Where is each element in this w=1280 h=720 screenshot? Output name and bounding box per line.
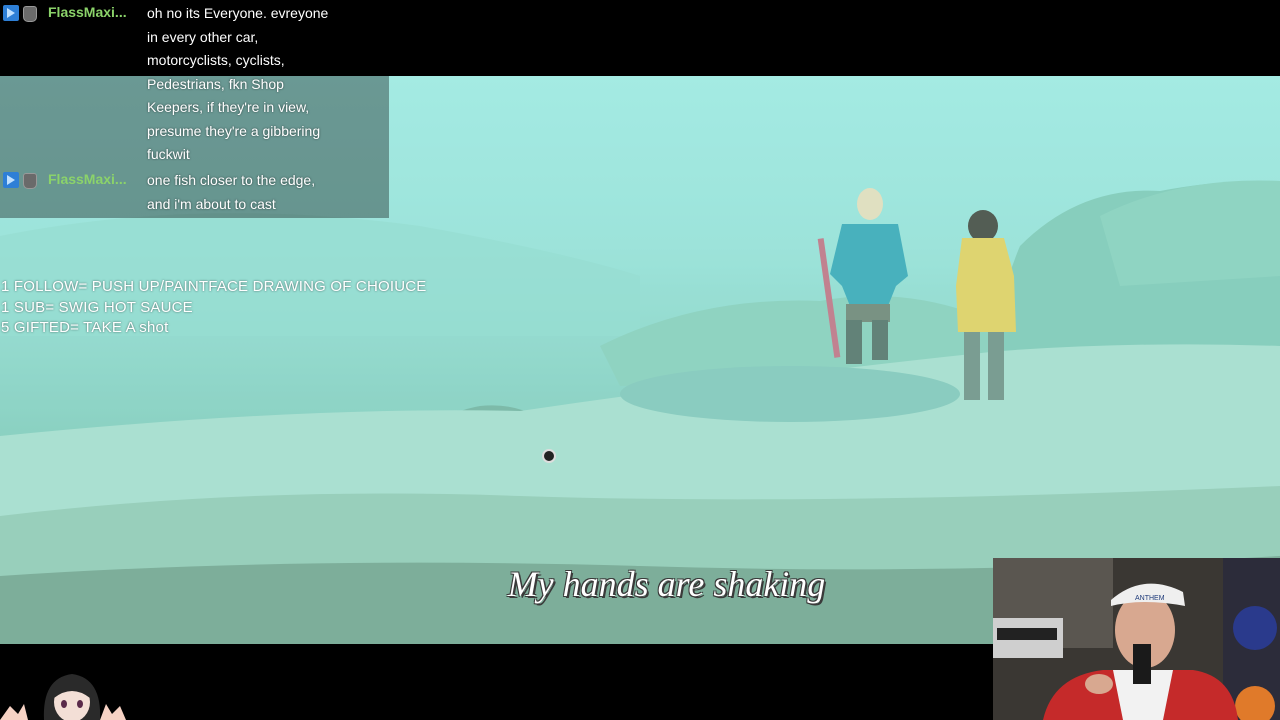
goal-follow: 1 FOLLOW= PUSH UP/PAINTFACE DRAWING OF C…	[1, 278, 427, 295]
chat-message-text: oh no its Everyone. evreyone in every ot…	[147, 2, 377, 167]
anime-avatar	[0, 668, 130, 720]
chat-overlay: FlassMaxi... oh no its Everyone. evreyon…	[0, 0, 389, 218]
chat-username[interactable]: FlassMaxi...	[48, 4, 127, 20]
subscriber-icon	[23, 6, 37, 22]
cap-logo-text: ANTHEM	[1135, 595, 1165, 602]
chat-message-text: one fish closer to the edge, and i'm abo…	[147, 169, 377, 216]
chat-line: in every other car,	[147, 28, 259, 45]
chat-badges	[3, 172, 37, 189]
chat-line: Keepers, if they're in view,	[147, 99, 310, 115]
chat-badges	[3, 5, 37, 22]
chat-line: presume they're a gibbering	[147, 122, 321, 139]
chat-line: motorcyclists, cyclists,	[147, 52, 285, 68]
prime-icon	[3, 5, 19, 21]
chat-line: and i'm about to cast	[147, 195, 276, 212]
anime-avatar-art	[0, 674, 126, 720]
game-cursor-icon	[542, 449, 556, 463]
chat-line: Pedestrians, fkn Shop	[147, 75, 284, 92]
goal-sub: 1 SUB= SWIG HOT SAUCE	[1, 298, 193, 316]
subscriber-icon	[23, 173, 37, 189]
goal-gifted: 5 GIFTED= TAKE A shot	[1, 319, 169, 336]
stream-screen: FlassMaxi... oh no its Everyone. evreyon…	[0, 0, 1280, 720]
stream-goals: 1 FOLLOW= PUSH UP/PAINTFACE DRAWING OF C…	[1, 277, 427, 339]
chat-username[interactable]: FlassMaxi...	[48, 171, 127, 187]
webcam-feed: ANTHEM	[993, 558, 1280, 720]
chat-line: fuckwit	[147, 146, 190, 162]
prime-icon	[3, 172, 19, 188]
chat-line: oh no its Everyone. evreyone	[147, 5, 329, 21]
chat-line: one fish closer to the edge,	[147, 172, 316, 188]
webcam-scene: ANTHEM	[993, 558, 1280, 720]
